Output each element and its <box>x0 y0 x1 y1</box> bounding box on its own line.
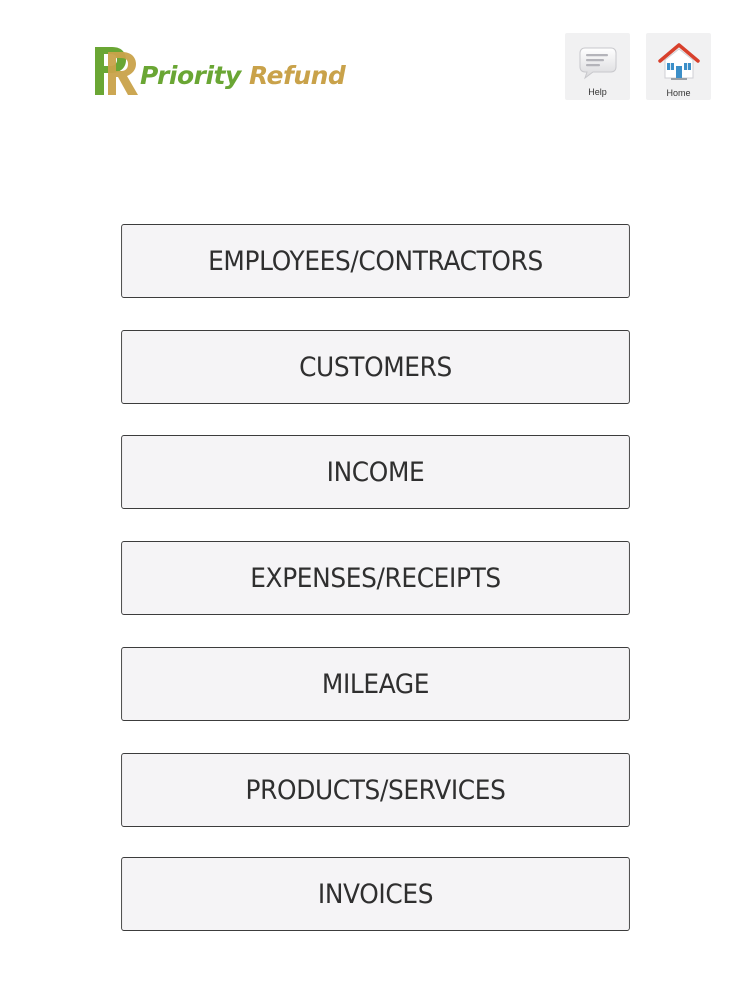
menu-item-label: MILEAGE <box>321 668 430 700</box>
income-button[interactable]: INCOME <box>121 435 630 509</box>
products-services-button[interactable]: PRODUCTS/SERVICES <box>121 753 630 827</box>
house-icon <box>657 43 700 80</box>
menu-item-label: INCOME <box>326 456 425 488</box>
home-button[interactable]: Home <box>646 33 711 100</box>
menu-item-label: EMPLOYEES/CONTRACTORS <box>208 245 543 277</box>
brand-word-priority: Priority <box>140 60 241 90</box>
brand-word-refund: Refund <box>249 60 346 90</box>
chat-bubble-icon <box>579 47 616 80</box>
brand-name: Priority Refund <box>140 60 346 90</box>
brand-logo: Priority Refund <box>92 44 346 98</box>
menu-item-label: INVOICES <box>317 878 434 910</box>
help-label: Help <box>588 87 607 97</box>
menu-item-label: CUSTOMERS <box>299 351 452 383</box>
menu-item-label: EXPENSES/RECEIPTS <box>250 562 501 594</box>
menu-item-label: PRODUCTS/SERVICES <box>245 774 506 806</box>
priority-refund-logo-icon <box>95 47 138 95</box>
customers-button[interactable]: CUSTOMERS <box>121 330 630 404</box>
employees-contractors-button[interactable]: EMPLOYEES/CONTRACTORS <box>121 224 630 298</box>
mileage-button[interactable]: MILEAGE <box>121 647 630 721</box>
invoices-button[interactable]: INVOICES <box>121 857 630 931</box>
expenses-receipts-button[interactable]: EXPENSES/RECEIPTS <box>121 541 630 615</box>
home-label: Home <box>666 88 691 98</box>
help-button[interactable]: Help <box>565 33 630 100</box>
